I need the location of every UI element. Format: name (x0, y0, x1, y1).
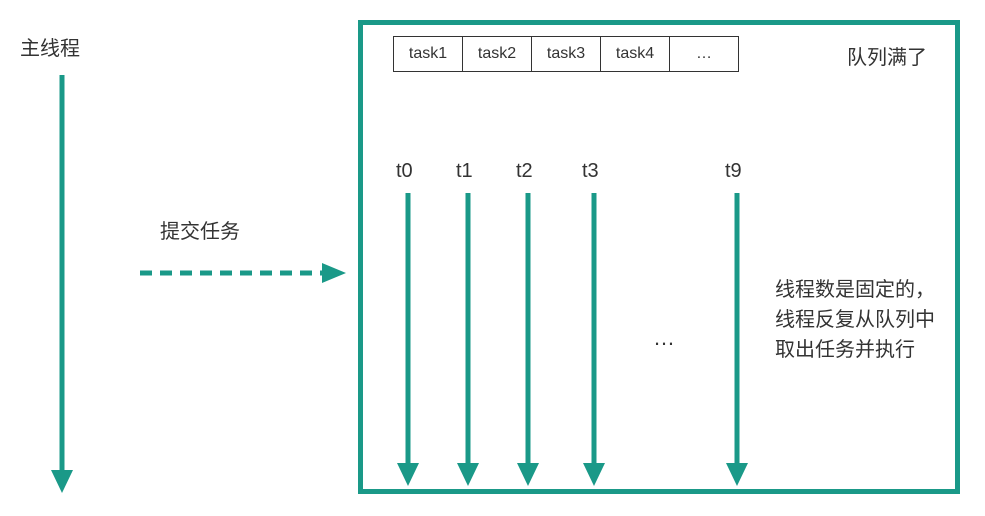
main-thread-label: 主线程 (20, 32, 80, 61)
thread-label-t2: t2 (516, 160, 533, 183)
queue-cell-ellipsis: … (669, 36, 739, 72)
threads-ellipsis: … (653, 325, 677, 351)
thread-label-t3: t3 (582, 160, 599, 183)
thread-pool-box: task1 task2 task3 task4 … 队列满了 t0 t1 t2 … (358, 20, 960, 494)
thread-arrow-t1 (453, 193, 483, 488)
queue-cell: task2 (462, 36, 532, 72)
thread-arrow-t9 (722, 193, 752, 488)
task-queue: task1 task2 task3 task4 … (393, 36, 739, 72)
main-thread-arrow (47, 75, 77, 495)
queue-cell: task1 (393, 36, 463, 72)
submit-task-label: 提交任务 (160, 215, 240, 244)
description-text: 线程数是固定的，线程反复从队列中取出任务并执行 (775, 275, 935, 365)
thread-label-t1: t1 (456, 160, 473, 183)
thread-arrow-t0 (393, 193, 423, 488)
queue-full-label: 队列满了 (847, 41, 927, 70)
queue-cell: task4 (600, 36, 670, 72)
thread-arrow-t2 (513, 193, 543, 488)
submit-arrow (140, 258, 350, 288)
thread-label-t9: t9 (725, 160, 742, 183)
thread-arrow-t3 (579, 193, 609, 488)
thread-label-t0: t0 (396, 160, 413, 183)
queue-cell: task3 (531, 36, 601, 72)
